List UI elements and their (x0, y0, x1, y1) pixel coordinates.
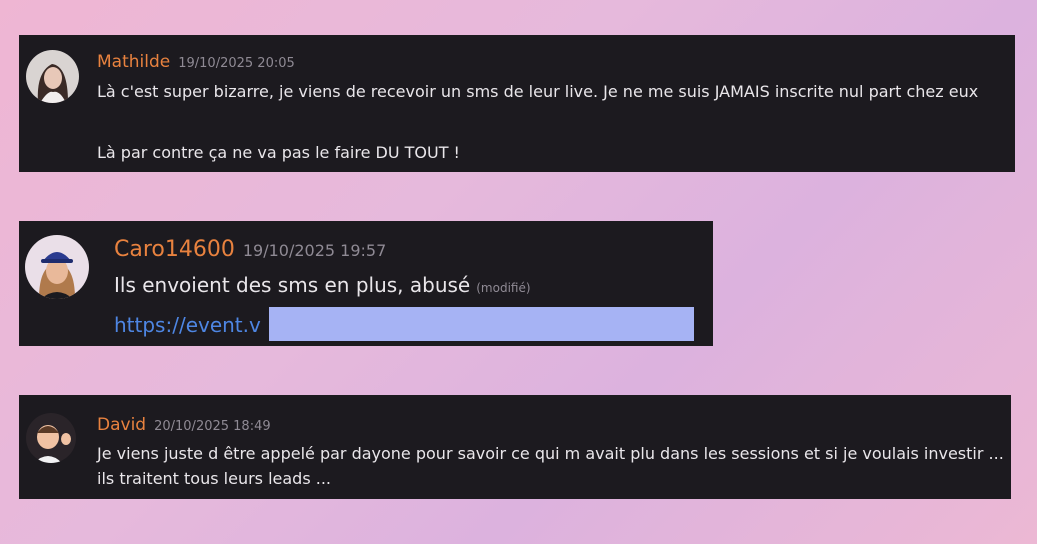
username[interactable]: Caro14600 (114, 237, 235, 262)
avatar[interactable] (26, 413, 76, 463)
username[interactable]: Mathilde (97, 52, 170, 72)
avatar[interactable] (25, 235, 89, 299)
redaction-box (269, 307, 694, 341)
timestamp: 20/10/2025 18:49 (154, 419, 271, 434)
message-header: Mathilde 19/10/2025 20:05 (97, 52, 295, 72)
message-body: Ils envoient des sms en plus, abusé (114, 273, 471, 297)
message-card-david: David 20/10/2025 18:49 Je viens juste d ê… (19, 395, 1011, 499)
message-card-caro14600: Caro14600 19/10/2025 19:57 Ils envoient d… (19, 221, 713, 346)
message-card-mathilde: Mathilde 19/10/2025 20:05 Là c'est super … (19, 35, 1015, 172)
message-header: David 20/10/2025 18:49 (97, 415, 271, 435)
message-link[interactable]: https://event.v (114, 313, 261, 337)
avatar[interactable] (26, 50, 79, 103)
edited-label: (modifié) (476, 281, 531, 295)
timestamp: 19/10/2025 20:05 (178, 56, 295, 71)
username[interactable]: David (97, 415, 146, 435)
message-text: Là par contre ça ne va pas le faire DU T… (97, 143, 460, 162)
message-text: Là c'est super bizarre, je viens de rece… (97, 82, 979, 101)
message-header: Caro14600 19/10/2025 19:57 (114, 237, 386, 262)
message-text: Ils envoient des sms en plus, abusé (modi… (114, 273, 531, 297)
message-text: Je viens juste d être appelé par dayone … (97, 444, 1004, 488)
timestamp: 19/10/2025 19:57 (242, 241, 387, 260)
